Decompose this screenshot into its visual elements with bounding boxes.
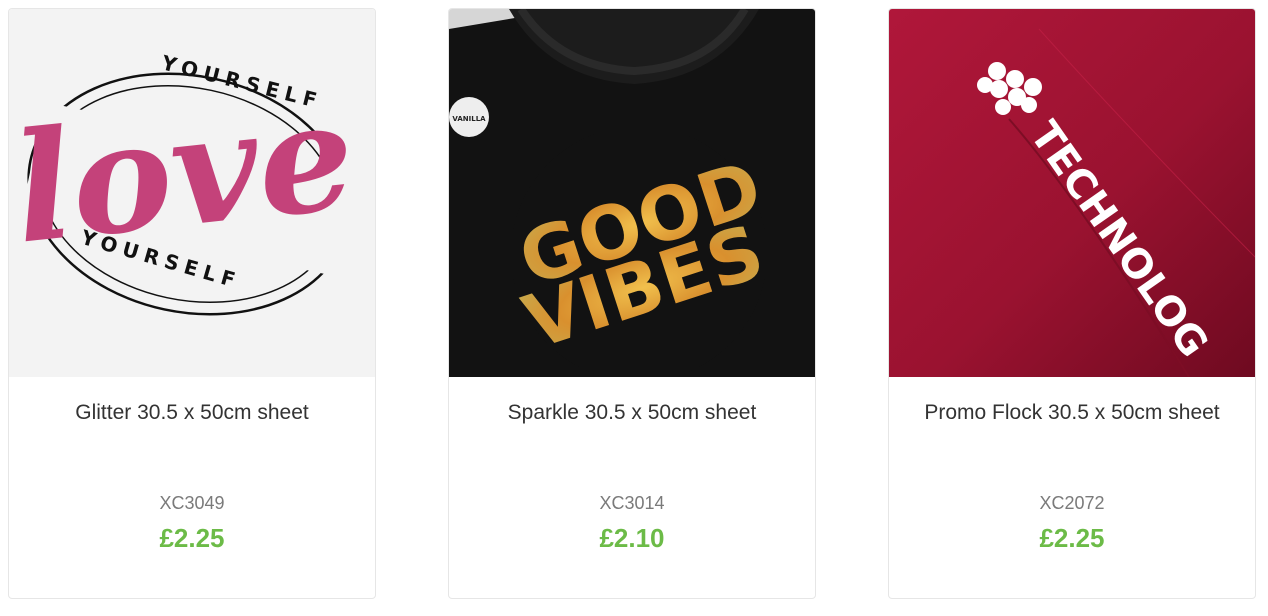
product-image-glitter[interactable]: YOURSELF YOURSELF love (9, 9, 375, 377)
product-image-sparkle[interactable]: VANILLA GOOD VIBES (449, 9, 815, 377)
product-sku: XC3014 (599, 493, 665, 513)
product-card-promo-flock[interactable]: TECHNOLOG Promo Flock 30.5 x 50cm sheet … (888, 8, 1256, 599)
love-yourself-shirt-image: YOURSELF YOURSELF love (9, 9, 375, 377)
product-sku: XC2072 (1039, 493, 1105, 513)
product-title[interactable]: Glitter 30.5 x 50cm sheet (39, 399, 345, 427)
product-card-sparkle[interactable]: VANILLA GOOD VIBES Sparkle 30.5 x 50cm s… (448, 8, 816, 599)
love-script-text: love (9, 67, 362, 278)
product-title[interactable]: Sparkle 30.5 x 50cm sheet (479, 399, 785, 427)
product-card-glitter[interactable]: YOURSELF YOURSELF love Glitter 30.5 x 50… (8, 8, 376, 599)
brand-tag-text: VANILLA (452, 115, 486, 123)
good-vibes-shirt-image: VANILLA GOOD VIBES (449, 9, 815, 377)
product-price: £2.25 (1039, 523, 1105, 553)
product-sku: XC3049 (159, 493, 225, 513)
technolog-garment-image: TECHNOLOG (889, 9, 1255, 377)
product-price: £2.25 (159, 523, 225, 553)
product-image-promo-flock[interactable]: TECHNOLOG (889, 9, 1255, 377)
product-title[interactable]: Promo Flock 30.5 x 50cm sheet (919, 399, 1225, 427)
product-price: £2.10 (599, 523, 665, 553)
